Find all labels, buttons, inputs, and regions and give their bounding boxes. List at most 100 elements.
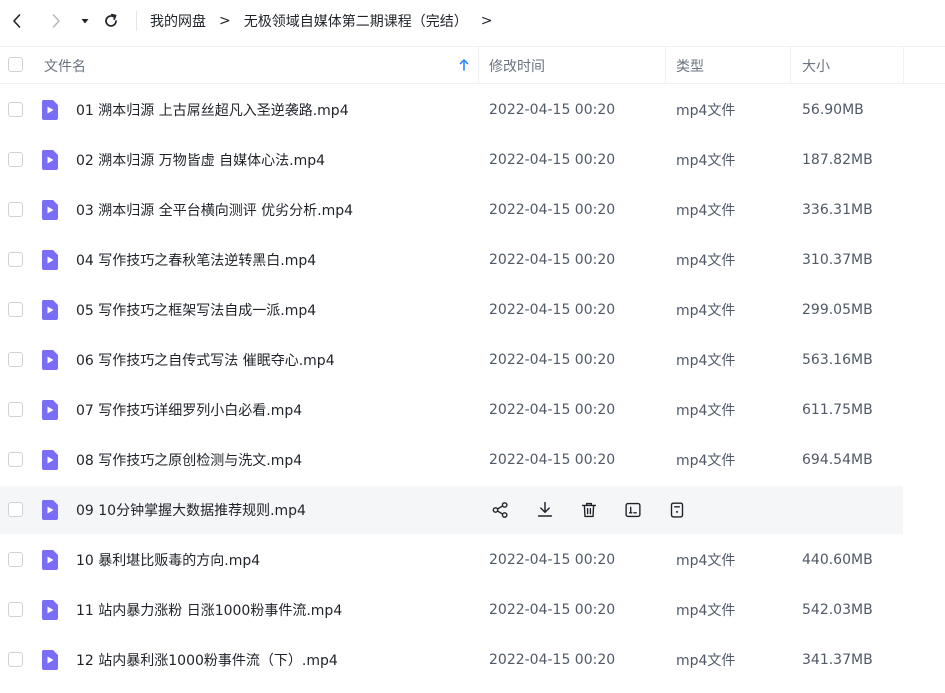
row-checkbox[interactable]	[8, 402, 23, 417]
column-divider[interactable]	[903, 47, 904, 84]
file-type: mp4文件	[676, 453, 736, 469]
file-name[interactable]: 10 暴利堪比贩毒的方向.mp4	[76, 535, 260, 585]
file-type: mp4文件	[676, 203, 736, 219]
file-type: mp4文件	[676, 353, 736, 369]
column-header-type[interactable]: 类型	[676, 47, 704, 84]
file-modified-date: 2022-04-15 00:20	[489, 552, 616, 568]
share-button[interactable]	[489, 498, 513, 522]
file-modified-date: 2022-04-15 00:20	[489, 402, 616, 418]
file-size: 611.75MB	[802, 402, 873, 418]
video-file-icon	[41, 150, 58, 170]
file-name[interactable]: 08 写作技巧之原创检测与洗文.mp4	[76, 435, 302, 485]
file-name[interactable]: 07 写作技巧详细罗列小白必看.mp4	[76, 385, 302, 435]
file-size: 542.03MB	[802, 602, 873, 618]
file-name[interactable]: 04 写作技巧之春秋笔法逆转黑白.mp4	[76, 235, 316, 285]
file-name[interactable]: 09 10分钟掌握大数据推荐规则.mp4	[76, 485, 306, 535]
table-row[interactable]: 07 写作技巧详细罗列小白必看.mp4 2022-04-15 00:20 mp4文件…	[0, 385, 945, 435]
breadcrumb: 我的网盘 > 无极领域自媒体第二期课程（完结） >	[150, 0, 505, 42]
table-row[interactable]: 10 暴利堪比贩毒的方向.mp4 2022-04-15 00:20 mp4文件 440…	[0, 535, 945, 585]
row-checkbox[interactable]	[8, 602, 23, 617]
forward-button[interactable]	[43, 8, 69, 34]
breadcrumb-current[interactable]: 无极领域自媒体第二期课程（完结）	[244, 11, 468, 31]
file-name[interactable]: 02 溯本归源 万物皆虚 自媒体心法.mp4	[76, 135, 325, 185]
video-file-icon	[41, 100, 58, 120]
navigation-bar: 我的网盘 > 无极领域自媒体第二期课程（完结） >	[0, 0, 945, 42]
video-file-icon	[41, 600, 58, 620]
row-checkbox[interactable]	[8, 152, 23, 167]
row-checkbox[interactable]	[8, 102, 23, 117]
column-header-name[interactable]: 文件名	[44, 47, 86, 84]
file-type: mp4文件	[676, 653, 736, 669]
file-type: mp4文件	[676, 103, 736, 119]
file-size: 341.37MB	[802, 652, 873, 668]
row-checkbox[interactable]	[8, 552, 23, 567]
more-button[interactable]	[665, 498, 689, 522]
file-modified-date: 2022-04-15 00:20	[489, 452, 616, 468]
row-checkbox[interactable]	[8, 302, 23, 317]
column-header-modified[interactable]: 修改时间	[489, 47, 545, 84]
more-icon	[670, 502, 684, 518]
file-modified-date: 2022-04-15 00:20	[489, 202, 616, 218]
table-row[interactable]: 12 站内暴利涨1000粉事件流（下）.mp4 2022-04-15 00:20 m…	[0, 635, 945, 685]
table-row[interactable]: 08 写作技巧之原创检测与洗文.mp4 2022-04-15 00:20 mp4文件…	[0, 435, 945, 485]
download-icon	[537, 501, 553, 517]
column-header-size[interactable]: 大小	[802, 47, 830, 84]
breadcrumb-separator: >	[219, 13, 231, 29]
file-type: mp4文件	[676, 553, 736, 569]
table-row[interactable]: 01 溯本归源 上古屌丝超凡入圣逆袭路.mp4 2022-04-15 00:20 m…	[0, 85, 945, 135]
table-row[interactable]: 03 溯本归源 全平台横向测评 优劣分析.mp4 2022-04-15 00:20…	[0, 185, 945, 235]
table-row[interactable]: 06 写作技巧之自传式写法 催眠夺心.mp4 2022-04-15 00:20 mp…	[0, 335, 945, 385]
row-checkbox[interactable]	[8, 352, 23, 367]
rename-icon	[625, 502, 641, 518]
sort-ascending-icon[interactable]	[458, 58, 470, 72]
row-checkbox[interactable]	[8, 652, 23, 667]
row-actions	[489, 498, 709, 522]
file-list: 01 溯本归源 上古屌丝超凡入圣逆袭路.mp4 2022-04-15 00:20 m…	[0, 85, 945, 685]
file-type: mp4文件	[676, 253, 736, 269]
download-button[interactable]	[533, 498, 557, 522]
back-button[interactable]	[4, 8, 30, 34]
table-row[interactable]: 11 站内暴力涨粉 日涨1000粉事件流.mp4 2022-04-15 00:20…	[0, 585, 945, 635]
file-name[interactable]: 12 站内暴利涨1000粉事件流（下）.mp4	[76, 635, 338, 685]
file-modified-date: 2022-04-15 00:20	[489, 102, 616, 118]
column-divider[interactable]	[665, 47, 666, 84]
rename-button[interactable]	[621, 498, 645, 522]
file-type: mp4文件	[676, 153, 736, 169]
file-name[interactable]: 11 站内暴力涨粉 日涨1000粉事件流.mp4	[76, 585, 342, 635]
file-size: 310.37MB	[802, 252, 873, 268]
file-name[interactable]: 01 溯本归源 上古屌丝超凡入圣逆袭路.mp4	[76, 85, 349, 135]
file-modified-date: 2022-04-15 00:20	[489, 302, 616, 318]
row-checkbox[interactable]	[8, 202, 23, 217]
table-row[interactable]: 09 10分钟掌握大数据推荐规则.mp4	[0, 485, 945, 535]
file-size: 440.60MB	[802, 552, 873, 568]
file-type: mp4文件	[676, 603, 736, 619]
table-row[interactable]: 04 写作技巧之春秋笔法逆转黑白.mp4 2022-04-15 00:20 mp4文…	[0, 235, 945, 285]
file-size: 336.31MB	[802, 202, 873, 218]
file-size: 187.82MB	[802, 152, 873, 168]
breadcrumb-trailing-arrow[interactable]: >	[481, 13, 493, 29]
refresh-button[interactable]	[98, 8, 124, 34]
video-file-icon	[41, 300, 58, 320]
file-name[interactable]: 06 写作技巧之自传式写法 催眠夺心.mp4	[76, 335, 335, 385]
file-name[interactable]: 05 写作技巧之框架写法自成一派.mp4	[76, 285, 316, 335]
file-size: 563.16MB	[802, 352, 873, 368]
video-file-icon	[41, 650, 58, 670]
delete-button[interactable]	[577, 498, 601, 522]
file-size: 299.05MB	[802, 302, 873, 318]
row-checkbox[interactable]	[8, 502, 23, 517]
file-modified-date: 2022-04-15 00:20	[489, 652, 616, 668]
select-all-checkbox[interactable]	[8, 57, 23, 72]
breadcrumb-root[interactable]: 我的网盘	[150, 11, 206, 31]
row-checkbox[interactable]	[8, 452, 23, 467]
file-modified-date: 2022-04-15 00:20	[489, 152, 616, 168]
share-icon	[492, 502, 508, 518]
column-divider[interactable]	[478, 47, 479, 84]
video-file-icon	[41, 500, 58, 520]
file-modified-date: 2022-04-15 00:20	[489, 352, 616, 368]
table-row[interactable]: 02 溯本归源 万物皆虚 自媒体心法.mp4 2022-04-15 00:20 mp…	[0, 135, 945, 185]
history-dropdown-button[interactable]	[72, 8, 98, 34]
column-divider[interactable]	[790, 47, 791, 84]
file-name[interactable]: 03 溯本归源 全平台横向测评 优劣分析.mp4	[76, 185, 353, 235]
row-checkbox[interactable]	[8, 252, 23, 267]
table-row[interactable]: 05 写作技巧之框架写法自成一派.mp4 2022-04-15 00:20 mp4文…	[0, 285, 945, 335]
